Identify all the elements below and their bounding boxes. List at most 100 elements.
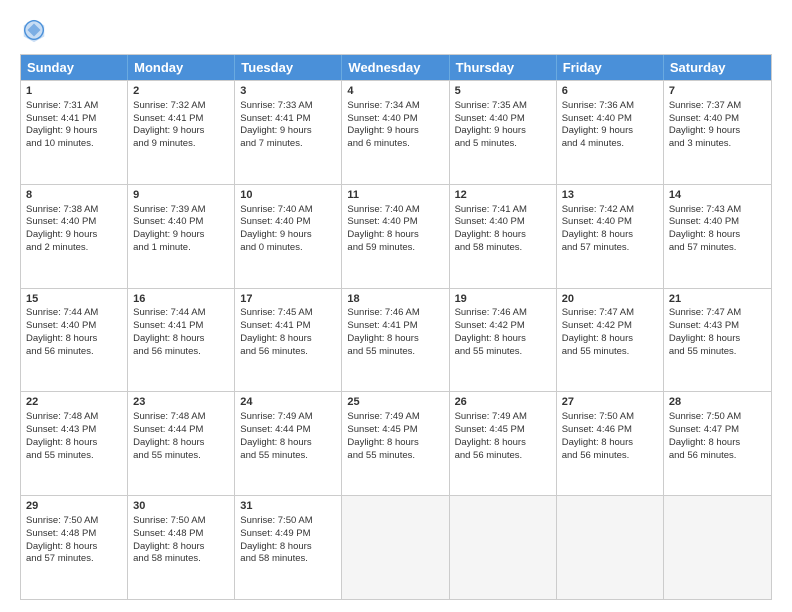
day-info-line: Daylight: 9 hours <box>669 125 766 138</box>
day-number: 23 <box>133 395 229 410</box>
calendar-cell: 17Sunrise: 7:45 AMSunset: 4:41 PMDayligh… <box>235 289 342 392</box>
day-number: 30 <box>133 499 229 514</box>
day-number: 12 <box>455 188 551 203</box>
calendar-day-header: Thursday <box>450 55 557 80</box>
day-info-line: and 2 minutes. <box>26 242 122 255</box>
calendar-day-header: Saturday <box>664 55 771 80</box>
day-info-line: Sunset: 4:41 PM <box>133 113 229 126</box>
day-number: 11 <box>347 188 443 203</box>
day-info-line: Sunset: 4:41 PM <box>133 320 229 333</box>
day-info-line: Sunrise: 7:42 AM <box>562 204 658 217</box>
day-info-line: Sunrise: 7:37 AM <box>669 100 766 113</box>
day-info-line: Daylight: 8 hours <box>562 437 658 450</box>
day-number: 13 <box>562 188 658 203</box>
day-info-line: and 0 minutes. <box>240 242 336 255</box>
calendar-row: 22Sunrise: 7:48 AMSunset: 4:43 PMDayligh… <box>21 391 771 495</box>
calendar-day-header: Sunday <box>21 55 128 80</box>
day-info-line: Sunset: 4:44 PM <box>240 424 336 437</box>
calendar-cell: 25Sunrise: 7:49 AMSunset: 4:45 PMDayligh… <box>342 392 449 495</box>
day-info-line: and 7 minutes. <box>240 138 336 151</box>
day-info-line: Sunset: 4:46 PM <box>562 424 658 437</box>
day-info-line: Daylight: 9 hours <box>26 229 122 242</box>
day-info-line: and 56 minutes. <box>26 346 122 359</box>
day-info-line: Sunset: 4:48 PM <box>26 528 122 541</box>
day-number: 27 <box>562 395 658 410</box>
day-info-line: Sunrise: 7:46 AM <box>455 307 551 320</box>
day-info-line: Daylight: 8 hours <box>240 541 336 554</box>
day-info-line: Daylight: 9 hours <box>26 125 122 138</box>
day-info-line: Sunset: 4:45 PM <box>347 424 443 437</box>
day-info-line: Sunset: 4:47 PM <box>669 424 766 437</box>
day-info-line: Daylight: 8 hours <box>240 437 336 450</box>
day-number: 20 <box>562 292 658 307</box>
calendar-cell: 31Sunrise: 7:50 AMSunset: 4:49 PMDayligh… <box>235 496 342 599</box>
day-info-line: and 58 minutes. <box>240 553 336 566</box>
day-info-line: Daylight: 9 hours <box>562 125 658 138</box>
calendar-cell: 4Sunrise: 7:34 AMSunset: 4:40 PMDaylight… <box>342 81 449 184</box>
calendar-cell: 14Sunrise: 7:43 AMSunset: 4:40 PMDayligh… <box>664 185 771 288</box>
day-number: 8 <box>26 188 122 203</box>
day-info-line: Sunrise: 7:40 AM <box>240 204 336 217</box>
day-info-line: Sunrise: 7:31 AM <box>26 100 122 113</box>
day-number: 25 <box>347 395 443 410</box>
calendar-cell <box>342 496 449 599</box>
day-number: 2 <box>133 84 229 99</box>
calendar-cell: 29Sunrise: 7:50 AMSunset: 4:48 PMDayligh… <box>21 496 128 599</box>
day-info-line: Sunrise: 7:32 AM <box>133 100 229 113</box>
day-info-line: Sunset: 4:40 PM <box>347 113 443 126</box>
day-info-line: Daylight: 9 hours <box>133 125 229 138</box>
day-number: 1 <box>26 84 122 99</box>
day-info-line: Sunset: 4:40 PM <box>562 113 658 126</box>
day-info-line: Sunset: 4:41 PM <box>240 113 336 126</box>
page: SundayMondayTuesdayWednesdayThursdayFrid… <box>0 0 792 612</box>
day-number: 24 <box>240 395 336 410</box>
day-info-line: Sunset: 4:40 PM <box>562 216 658 229</box>
calendar-cell: 22Sunrise: 7:48 AMSunset: 4:43 PMDayligh… <box>21 392 128 495</box>
calendar-cell: 6Sunrise: 7:36 AMSunset: 4:40 PMDaylight… <box>557 81 664 184</box>
day-info-line: and 55 minutes. <box>562 346 658 359</box>
day-info-line: Sunrise: 7:47 AM <box>562 307 658 320</box>
day-info-line: Daylight: 9 hours <box>240 229 336 242</box>
calendar-cell: 15Sunrise: 7:44 AMSunset: 4:40 PMDayligh… <box>21 289 128 392</box>
day-info-line: Sunset: 4:42 PM <box>455 320 551 333</box>
calendar-cell: 1Sunrise: 7:31 AMSunset: 4:41 PMDaylight… <box>21 81 128 184</box>
calendar-cell: 12Sunrise: 7:41 AMSunset: 4:40 PMDayligh… <box>450 185 557 288</box>
day-number: 17 <box>240 292 336 307</box>
header <box>20 16 772 44</box>
day-info-line: and 55 minutes. <box>347 450 443 463</box>
calendar-cell: 21Sunrise: 7:47 AMSunset: 4:43 PMDayligh… <box>664 289 771 392</box>
calendar: SundayMondayTuesdayWednesdayThursdayFrid… <box>20 54 772 600</box>
calendar-cell: 16Sunrise: 7:44 AMSunset: 4:41 PMDayligh… <box>128 289 235 392</box>
calendar-cell: 11Sunrise: 7:40 AMSunset: 4:40 PMDayligh… <box>342 185 449 288</box>
day-number: 18 <box>347 292 443 307</box>
day-info-line: Sunrise: 7:48 AM <box>26 411 122 424</box>
day-info-line: Sunrise: 7:50 AM <box>26 515 122 528</box>
day-info-line: Sunrise: 7:44 AM <box>133 307 229 320</box>
day-info-line: Sunrise: 7:43 AM <box>669 204 766 217</box>
calendar-cell: 5Sunrise: 7:35 AMSunset: 4:40 PMDaylight… <box>450 81 557 184</box>
day-number: 4 <box>347 84 443 99</box>
day-info-line: Sunrise: 7:45 AM <box>240 307 336 320</box>
calendar-cell: 30Sunrise: 7:50 AMSunset: 4:48 PMDayligh… <box>128 496 235 599</box>
day-info-line: and 57 minutes. <box>669 242 766 255</box>
day-info-line: Daylight: 8 hours <box>455 437 551 450</box>
calendar-cell: 20Sunrise: 7:47 AMSunset: 4:42 PMDayligh… <box>557 289 664 392</box>
day-info-line: Sunrise: 7:35 AM <box>455 100 551 113</box>
day-info-line: Sunset: 4:45 PM <box>455 424 551 437</box>
day-number: 31 <box>240 499 336 514</box>
day-number: 21 <box>669 292 766 307</box>
day-info-line: Daylight: 9 hours <box>347 125 443 138</box>
day-number: 3 <box>240 84 336 99</box>
day-number: 26 <box>455 395 551 410</box>
day-info-line: and 1 minute. <box>133 242 229 255</box>
day-number: 14 <box>669 188 766 203</box>
calendar-day-header: Friday <box>557 55 664 80</box>
day-info-line: Daylight: 9 hours <box>240 125 336 138</box>
calendar-day-header: Wednesday <box>342 55 449 80</box>
day-info-line: Sunrise: 7:34 AM <box>347 100 443 113</box>
day-number: 28 <box>669 395 766 410</box>
logo <box>20 16 54 44</box>
day-info-line: Daylight: 8 hours <box>133 541 229 554</box>
day-info-line: and 56 minutes. <box>669 450 766 463</box>
calendar-cell: 13Sunrise: 7:42 AMSunset: 4:40 PMDayligh… <box>557 185 664 288</box>
